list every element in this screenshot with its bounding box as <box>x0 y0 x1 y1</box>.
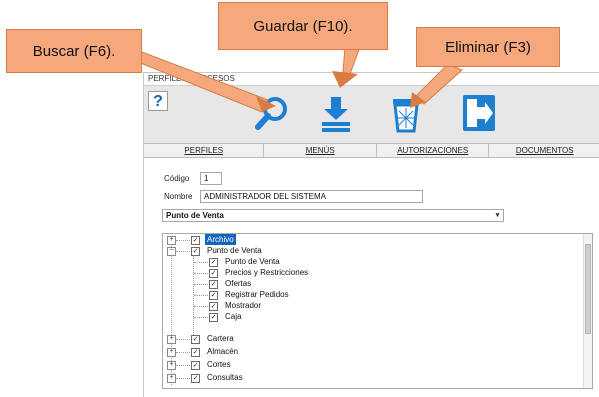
callout-guardar: Guardar (F10). <box>218 2 388 50</box>
callout-buscar: Buscar (F6). <box>6 29 142 73</box>
callout-eliminar: Eliminar (F3) <box>416 27 560 67</box>
